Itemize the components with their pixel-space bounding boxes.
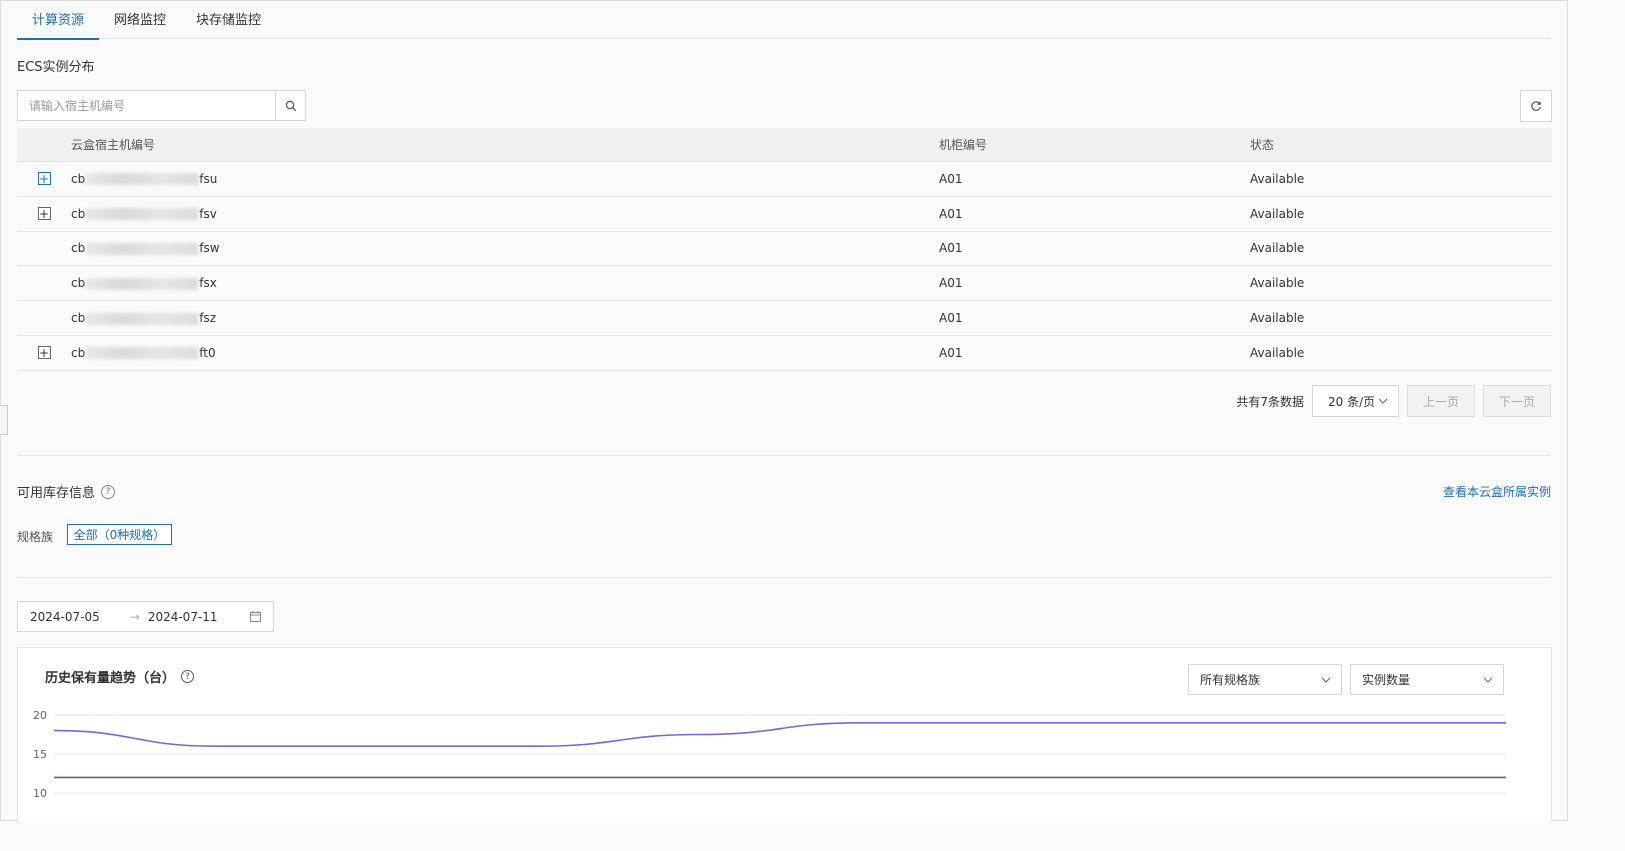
calendar-icon	[250, 611, 261, 622]
cabinet-id: A01	[939, 276, 963, 291]
host-id-prefix: cb	[71, 345, 86, 360]
header-status: 状态	[1250, 138, 1275, 152]
host-id-prefix: cb	[71, 171, 86, 186]
page-size-value: 20 条/页	[1328, 394, 1376, 409]
family-select[interactable]: 所有规格族	[1188, 664, 1342, 695]
host-id-suffix: fsw	[199, 241, 220, 256]
divider	[17, 455, 1551, 456]
cabinet-id: A01	[939, 345, 963, 360]
host-id: cb fsz	[71, 311, 216, 325]
family-select-value: 所有规格族	[1200, 673, 1261, 687]
host-id-suffix: ft0	[199, 345, 216, 360]
host-id: cb fsu	[71, 172, 217, 186]
date-end[interactable]: 2024-07-11	[148, 610, 218, 624]
tab-block-storage[interactable]: 块存储监控	[181, 1, 276, 39]
page-size-select[interactable]: 20 条/页	[1312, 385, 1399, 417]
host-id-prefix: cb	[71, 311, 86, 326]
host-id: cb fsv	[71, 207, 217, 221]
pagination: 共有7条数据 20 条/页 上一页 下一页	[1236, 385, 1551, 417]
stock-section-title: 可用库存信息 ?	[17, 482, 116, 501]
y-tick-label: 15	[33, 748, 47, 761]
divider	[17, 577, 1551, 578]
chevron-down-icon	[1321, 677, 1331, 683]
next-page-button[interactable]: 下一页	[1483, 385, 1551, 417]
host-id-suffix: fsv	[199, 206, 217, 221]
table-row[interactable]: + cb ft0 A01 Available	[17, 335, 1552, 371]
trend-chart: 20 15 10	[33, 709, 1506, 800]
history-trend-card: 历史保有量趋势（台） ? 所有规格族 实例数量 20 15 10	[17, 647, 1552, 822]
date-start[interactable]: 2024-07-05	[30, 610, 100, 624]
host-id-suffix: fsu	[199, 171, 218, 186]
prev-page-button[interactable]: 上一页	[1407, 385, 1475, 417]
chart-title-text: 历史保有量趋势（台）	[45, 671, 176, 686]
redacted-block	[86, 173, 199, 186]
y-tick-label: 10	[33, 787, 47, 800]
y-tick-label: 20	[33, 709, 47, 722]
cabinet-id: A01	[939, 206, 963, 221]
table-row[interactable]: + cb fsu A01 Available	[17, 162, 1552, 197]
header-host-id: 云盒宿主机编号	[71, 138, 156, 152]
sidebar-collapse-handle[interactable]	[0, 405, 8, 435]
search-button[interactable]	[275, 91, 305, 120]
header-cabinet: 机柜编号	[939, 138, 988, 152]
chevron-down-icon	[1483, 677, 1493, 683]
host-id-prefix: cb	[71, 276, 86, 291]
chevron-down-icon	[1378, 398, 1388, 404]
tab-bar: 计算资源 网络监控 块存储监控	[17, 1, 1551, 40]
refresh-icon	[1531, 101, 1541, 111]
redacted-block	[86, 347, 199, 360]
host-id-prefix: cb	[71, 206, 86, 221]
table-body: + cb fsu A01 Available + cb fsv A01 Available cb fs…	[17, 162, 1552, 371]
table-row[interactable]: cb fsz A01 Available	[17, 301, 1552, 336]
host-id: cb fsx	[71, 276, 217, 290]
arrow-right-icon: →	[129, 609, 140, 624]
host-search	[17, 90, 306, 121]
tab-compute[interactable]: 计算资源	[17, 1, 100, 40]
status-text: Available	[1250, 345, 1305, 360]
host-id: cb fsw	[71, 241, 220, 255]
tab-network[interactable]: 网络监控	[99, 1, 181, 39]
help-icon[interactable]: ?	[181, 670, 195, 683]
ecs-host-table: 云盒宿主机编号 机柜编号 状态 + cb fsu A01 Available + cb fsv…	[17, 128, 1552, 371]
metric-select-value: 实例数量	[1362, 673, 1411, 687]
host-id-suffix: fsz	[199, 311, 216, 326]
host-id-prefix: cb	[71, 241, 86, 256]
family-filter-all[interactable]: 全部（0种规格）	[67, 524, 172, 545]
host-id: cb ft0	[71, 346, 216, 360]
table-row[interactable]: + cb fsv A01 Available	[17, 196, 1552, 232]
view-instances-link[interactable]: 查看本云盒所属实例	[1443, 483, 1551, 500]
metric-select[interactable]: 实例数量	[1350, 664, 1504, 695]
status-text: Available	[1250, 311, 1305, 326]
total-count: 共有7条数据	[1236, 394, 1304, 409]
status-text: Available	[1250, 241, 1305, 256]
refresh-button[interactable]	[1520, 90, 1552, 122]
cabinet-id: A01	[939, 311, 963, 326]
help-icon[interactable]: ?	[101, 484, 116, 499]
cabinet-id: A01	[939, 241, 963, 256]
status-text: Available	[1250, 276, 1305, 291]
table-header: 云盒宿主机编号 机柜编号 状态	[17, 128, 1552, 162]
expand-icon[interactable]: +	[37, 172, 51, 186]
host-id-suffix: fsx	[199, 276, 217, 291]
table-row[interactable]: cb fsw A01 Available	[17, 231, 1552, 267]
family-label: 规格族	[17, 530, 54, 544]
date-range-picker[interactable]: 2024-07-05 → 2024-07-11	[17, 601, 274, 632]
redacted-block	[86, 242, 199, 255]
status-text: Available	[1250, 171, 1305, 186]
status-text: Available	[1250, 206, 1305, 221]
cabinet-id: A01	[939, 171, 963, 186]
redacted-block	[86, 312, 199, 325]
redacted-block	[86, 208, 199, 221]
search-icon	[285, 100, 296, 111]
section-title: ECS实例分布	[17, 60, 95, 75]
chart-title: 历史保有量趋势（台） ?	[45, 667, 195, 686]
expand-icon[interactable]: +	[37, 346, 51, 360]
redacted-block	[86, 277, 199, 290]
table-row[interactable]: cb fsx A01 Available	[17, 266, 1552, 302]
series-line	[53, 722, 1506, 747]
search-input[interactable]	[18, 91, 275, 120]
page: 计算资源 网络监控 块存储监控 ECS实例分布 云盒宿主机编号 机柜编号 状态 …	[0, 0, 1568, 822]
stock-title-text: 可用库存信息	[17, 486, 96, 501]
expand-icon[interactable]: +	[37, 207, 51, 221]
